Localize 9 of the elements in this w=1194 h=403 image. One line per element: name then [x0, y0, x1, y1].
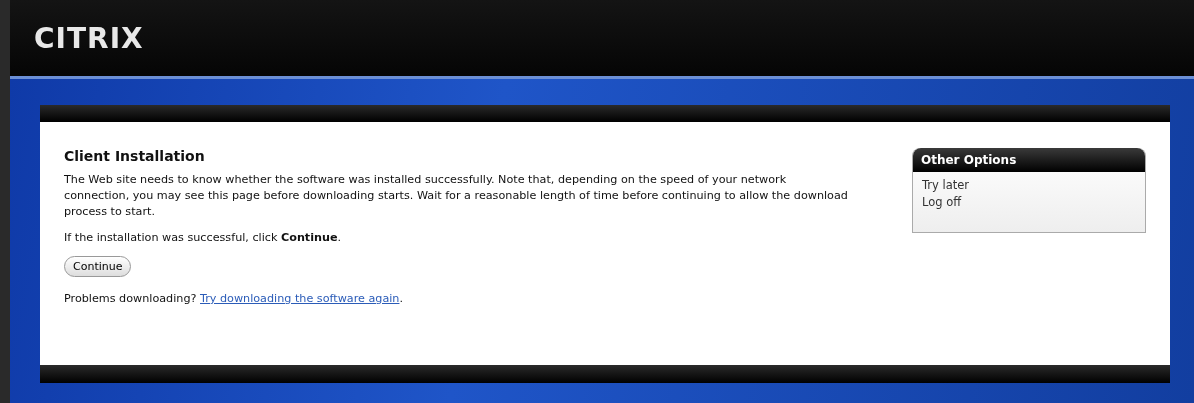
- body-text: The Web site needs to know whether the software was installed successfully. Note that, depending on the speed of your network connection, you may see this page before downloading starts. Wait for a reasonable length of time before continuing to allow the download process to start.: [64, 172, 849, 220]
- continue-button[interactable]: Continue: [64, 256, 132, 277]
- body-text: If the installation was successful, click Continue.: [64, 230, 343, 246]
- citrix-logo: CITRIX: [34, 21, 144, 55]
- option-link[interactable]: Log off: [922, 195, 962, 209]
- option-link[interactable]: Try later: [922, 178, 970, 192]
- problem-text: Problems downloading? Try downloading the software again.: [64, 291, 405, 307]
- options-title: Other Options: [913, 148, 1145, 172]
- page-heading: Client Installation: [64, 148, 206, 164]
